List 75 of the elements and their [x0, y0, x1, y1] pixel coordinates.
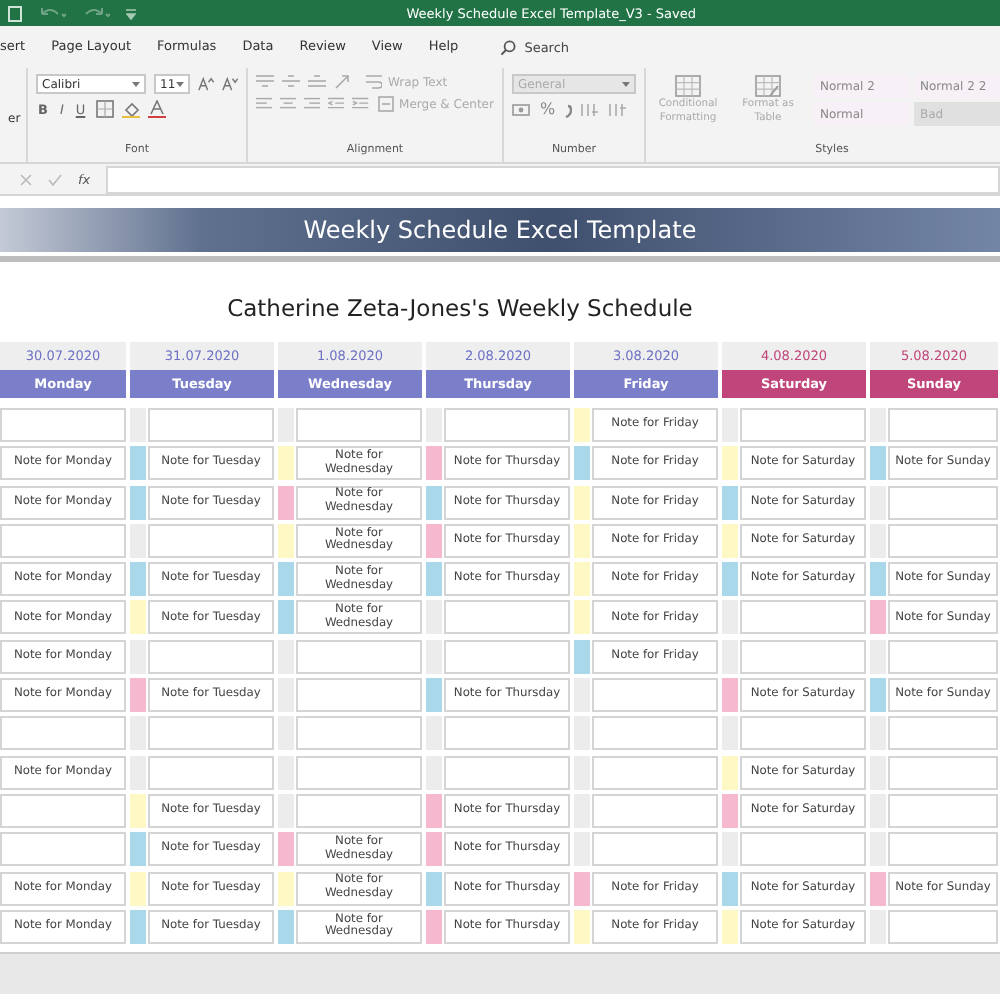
decrease-indent-icon[interactable] — [328, 96, 345, 112]
note-cell — [444, 755, 570, 790]
shrink-font-icon[interactable] — [222, 76, 238, 92]
customize-icon[interactable] — [126, 7, 136, 19]
note-cell — [148, 523, 274, 558]
note-cell — [740, 716, 866, 751]
redo-icon[interactable] — [82, 5, 110, 21]
percent-button[interactable]: % — [540, 100, 556, 118]
caret-icon — [622, 81, 630, 87]
wrap-icon — [366, 74, 382, 90]
schedule-heading: Catherine Zeta-Jones's Weekly Schedule — [227, 294, 693, 322]
note-cell — [740, 600, 866, 635]
cancel-icon[interactable] — [20, 173, 32, 185]
note-cell — [0, 793, 126, 828]
align-left-icon[interactable] — [256, 96, 273, 112]
note-cell — [888, 639, 998, 674]
comma-style-icon[interactable] — [563, 101, 572, 117]
note-cell — [592, 678, 718, 713]
note-cell — [888, 832, 998, 867]
formula-field[interactable] — [106, 165, 1000, 193]
note-cell — [444, 639, 570, 674]
note-cell — [296, 678, 422, 713]
increase-decimal-icon[interactable] — [579, 101, 600, 117]
align-bottom-icon[interactable] — [308, 74, 326, 90]
increase-indent-icon[interactable] — [352, 96, 370, 112]
fill-color-icon[interactable] — [121, 100, 140, 118]
grow-font-icon[interactable] — [198, 76, 215, 92]
merge-icon — [377, 96, 394, 112]
note-cell — [0, 408, 126, 442]
search-icon[interactable] — [500, 39, 517, 55]
note-cell — [296, 755, 422, 790]
align-top-icon[interactable] — [256, 74, 274, 90]
note-cell — [0, 523, 126, 558]
font-color-icon[interactable] — [147, 100, 166, 118]
note-cell — [444, 408, 570, 442]
note-cell — [444, 716, 570, 751]
note-cell — [888, 523, 998, 558]
note-cell — [148, 639, 274, 674]
enter-icon[interactable] — [48, 173, 62, 185]
note-cell — [592, 716, 718, 751]
note-cell — [740, 408, 866, 442]
note-cell — [296, 639, 422, 674]
grid-icon — [674, 74, 702, 98]
caret-icon — [132, 81, 140, 87]
note-cell — [296, 716, 422, 751]
align-center-icon[interactable] — [280, 96, 297, 112]
note-cell — [0, 832, 126, 867]
banner-title: Weekly Schedule Excel Template — [0, 208, 1000, 252]
note-cell — [888, 716, 998, 751]
note-cell — [296, 793, 422, 828]
note-cell — [888, 793, 998, 828]
note-cell — [740, 639, 866, 674]
note-cell — [0, 716, 126, 751]
align-right-icon[interactable] — [304, 96, 321, 112]
note-cell — [888, 485, 998, 520]
note-cell — [888, 755, 998, 790]
currency-icon[interactable] — [512, 101, 532, 117]
note-cell — [592, 755, 718, 790]
note-cell — [740, 832, 866, 867]
undo-icon[interactable] — [38, 5, 66, 21]
note-cell — [148, 408, 274, 442]
note-cell — [888, 408, 998, 442]
save-icon[interactable] — [8, 5, 22, 21]
note-cell — [148, 716, 274, 751]
note-cell — [592, 832, 718, 867]
align-middle-icon[interactable] — [282, 74, 300, 90]
note-cell — [592, 793, 718, 828]
borders-icon[interactable] — [95, 100, 114, 118]
table-icon — [754, 74, 782, 98]
note-cell — [888, 909, 998, 944]
decrease-decimal-icon[interactable] — [607, 101, 628, 117]
note-cell — [296, 408, 422, 442]
note-cell — [148, 755, 274, 790]
note-cell — [444, 600, 570, 635]
caret-icon — [176, 81, 185, 87]
